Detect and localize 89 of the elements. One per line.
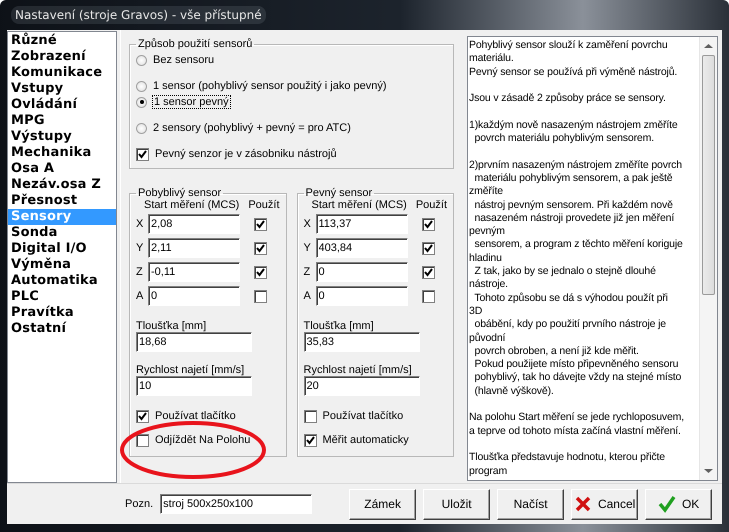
input-field[interactable]: 403,84 — [316, 238, 408, 258]
category-item[interactable]: Nezáv.osa Z — [8, 177, 116, 193]
radio-button[interactable] — [136, 96, 147, 108]
category-item[interactable]: Výměna — [8, 257, 116, 273]
input-field[interactable]: 113,37 — [316, 214, 408, 234]
radio-label: 2 sensory (pohyblivý + pevný = pro ATC) — [153, 122, 351, 134]
category-item[interactable]: Pravítka — [8, 305, 116, 321]
radio-label: 1 sensor pevný — [153, 96, 230, 108]
checkbox[interactable] — [422, 266, 434, 278]
close-icon — [574, 495, 592, 513]
checkbox[interactable] — [136, 148, 149, 160]
checkbox-label: Měřit automaticky — [322, 434, 409, 446]
category-item[interactable]: Výstupy — [8, 129, 116, 145]
input-field[interactable]: 35,83 — [304, 332, 420, 352]
field-label: Rychlost najetí [mm/s] — [304, 364, 413, 376]
checkbox[interactable] — [254, 218, 267, 230]
checkbox-label: Pevný senzor je v zásobniku nástrojů — [155, 148, 337, 160]
category-item[interactable]: Osa A — [8, 161, 116, 177]
category-item[interactable]: Ovládání — [8, 97, 116, 113]
field-label: Tloušťka [mm] — [304, 320, 375, 332]
checkbox[interactable] — [422, 290, 434, 302]
axis-label: Y — [136, 242, 144, 254]
checkbox-label: Používat tlačítko — [322, 410, 404, 422]
category-item[interactable]: Různé — [8, 33, 116, 49]
dialog-button[interactable]: Zámek — [349, 488, 416, 520]
input-field[interactable]: 0 — [316, 262, 408, 282]
radio-button[interactable] — [136, 122, 147, 134]
checkbox[interactable] — [254, 290, 267, 302]
dialog-button[interactable]: Uložit — [423, 488, 490, 520]
category-item[interactable]: Komunikace — [8, 65, 116, 81]
column-label: Start měření (MCS) — [144, 199, 240, 211]
group-title: Pevný sensor — [304, 187, 374, 199]
checkbox[interactable] — [254, 266, 267, 278]
category-item[interactable]: Digital I/O — [8, 241, 116, 257]
checkmark-icon — [658, 495, 676, 513]
axis-label: A — [136, 290, 144, 302]
column-label: Start měření (MCS) — [312, 199, 407, 211]
field-label: Tloušťka [mm] — [136, 320, 208, 332]
category-item[interactable]: Automatika — [8, 273, 116, 289]
column-label: Použít — [416, 199, 447, 211]
scroll-up-icon[interactable] — [704, 43, 713, 49]
scroll-down-icon[interactable] — [704, 468, 713, 474]
checkbox[interactable] — [136, 434, 149, 446]
column-label: Použít — [248, 199, 280, 211]
axis-label: Y — [304, 242, 312, 254]
window-title: Nastavení (stroje Gravos) - vše přístupné — [11, 6, 266, 24]
field-label: Rychlost najetí [mm/s] — [136, 364, 246, 376]
radio-label: 1 sensor (pohyblivý sensor použitý i jako pevný) — [153, 80, 387, 92]
axis-label: X — [136, 218, 144, 230]
checkbox[interactable] — [304, 434, 316, 446]
checkbox[interactable] — [304, 410, 316, 422]
checkbox[interactable] — [136, 410, 149, 422]
input-field[interactable]: 20 — [304, 376, 420, 396]
input-field[interactable]: 10 — [136, 376, 252, 396]
dialog-button[interactable]: Načíst — [497, 488, 564, 520]
radio-button[interactable] — [136, 54, 147, 66]
category-item[interactable]: MPG — [8, 113, 116, 129]
checkbox-label: Odjíždět Na Polohu — [155, 434, 250, 446]
checkbox-label: Používat tlačítko — [155, 410, 236, 422]
axis-label: A — [304, 290, 312, 302]
category-item[interactable]: Mechanika — [8, 145, 116, 161]
checkbox[interactable] — [422, 218, 434, 230]
input-field[interactable]: 0 — [316, 286, 408, 306]
group-title: Způsob použití sensorů — [137, 38, 254, 50]
checkbox[interactable] — [422, 242, 434, 254]
note-field[interactable]: stroj 500x250x100 — [160, 494, 312, 514]
input-field[interactable]: 2,08 — [148, 214, 240, 234]
help-text: Pohyblivý sensor slouží k zaměření povrchu materiálu. Pevný sensor se používá při výměně nástrojů. Jsou v zásadě 2 způsoby práce se sensory. 1)každým nově nasazeným nástrojem změříte povrch materiálu pohyblivým sensorem. 2)prvním nasazeným nástrojem změříte povrch materiálu pohyblivým sensorem, a pak ještě změříte nástroj pevným sensorem. Při každém nově nasazeném nástroji provedete již jen měření pevným sensorem, a program z těchto měření koriguje hladinu Z tak, jako by se jednalo o stejně dlouhé nástroje. Tohoto způsobu se dá s výhodou použít při 3D obábění, kdy po použití prvního nástroje je původní povrch obroben, a není již kde měřit. Pokud použijete místo připevněného sensoru pohyblivý, tak ho dávejte vždy na stejné místo (hlavně výškově). Na polohu Start měření se jede rychloposuvem, a teprve od tohoto místa začíná vlastní měření. Tloušťka představuje hodnotu, kterou přičte program — [468, 38, 686, 478]
input-field[interactable]: 18,68 — [136, 332, 252, 352]
input-field[interactable]: -0,11 — [148, 262, 240, 282]
ok-button[interactable]: OK — [645, 488, 712, 520]
category-item[interactable]: PLC — [8, 289, 116, 305]
category-item[interactable]: Ostatní — [8, 321, 116, 337]
checkbox[interactable] — [254, 242, 267, 254]
input-field[interactable]: 0 — [148, 286, 240, 306]
category-item[interactable]: Přesnost — [8, 193, 116, 209]
category-item[interactable]: Vstupy — [8, 81, 116, 97]
category-item[interactable]: Sonda — [8, 225, 116, 241]
field-label: Pozn. — [125, 498, 154, 510]
scrollbar[interactable] — [699, 37, 717, 480]
cancel-button[interactable]: Cancel — [571, 488, 638, 520]
group-title: Pobyblivý sensor — [137, 187, 222, 199]
axis-label: X — [304, 218, 312, 230]
category-item[interactable]: Zobrazení — [8, 49, 116, 65]
axis-label: Z — [304, 266, 312, 278]
input-field[interactable]: 2,11 — [148, 238, 240, 258]
radio-label: Bez sensoru — [153, 54, 214, 66]
radio-button[interactable] — [136, 80, 147, 92]
axis-label: Z — [136, 266, 144, 278]
